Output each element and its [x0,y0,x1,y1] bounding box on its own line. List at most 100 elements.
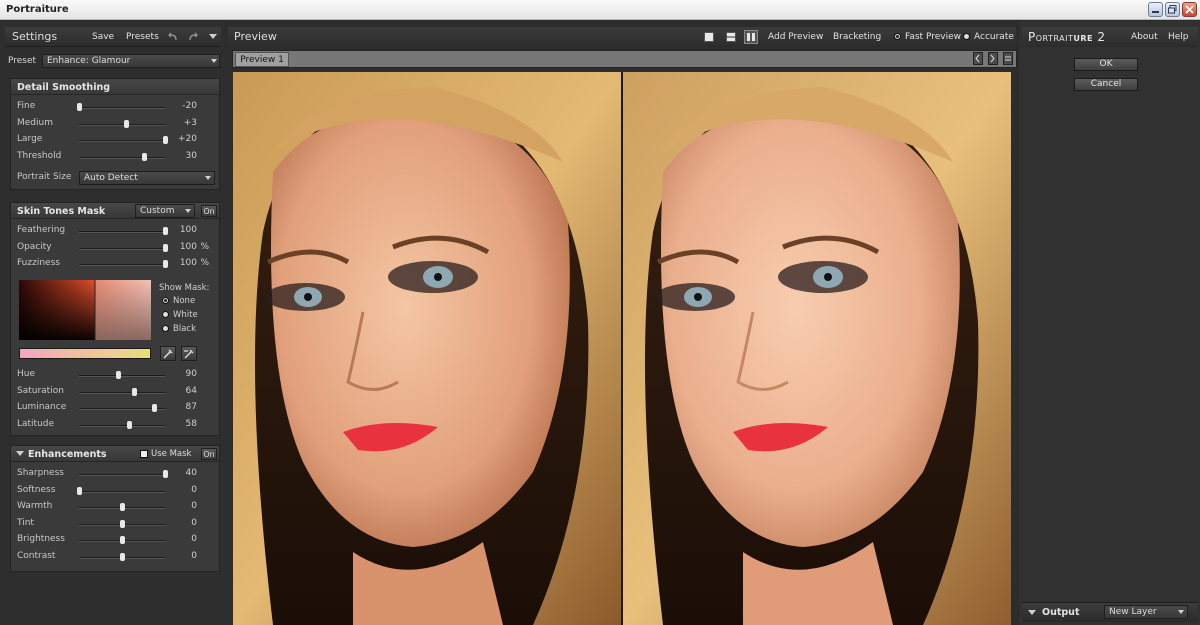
eyedropper-subtract-button[interactable] [181,346,197,361]
dropdown-arrow-icon [205,176,211,180]
dropdown-arrow-icon [185,209,191,213]
slider-track[interactable] [79,231,165,233]
preview-before-image[interactable] [233,72,621,625]
eyedropper-button[interactable] [160,346,176,361]
slider-track[interactable] [79,123,165,126]
slider-row: Latitude 58 [11,417,219,433]
portrait-size-value: Auto Detect [84,173,138,183]
output-row: Output New Layer [1022,602,1198,622]
bracketing-button[interactable]: Bracketing [833,32,881,42]
slider-knob[interactable] [126,420,132,429]
detail-smoothing-section: Detail Smoothing Fine -20 Medium +3 Large +20… [10,78,220,190]
slider-knob[interactable] [77,103,82,111]
menu-icon [1005,56,1011,61]
presets-button[interactable]: Presets [126,32,159,42]
preview-after-image[interactable] [623,72,1011,625]
accurate-radio[interactable] [963,33,970,40]
slider-track[interactable] [79,375,165,377]
preset-dropdown[interactable]: Enhance: Glamour [42,54,220,68]
tab-next-button[interactable] [988,52,998,65]
redo-icon[interactable] [187,32,199,42]
slider-knob[interactable] [120,536,125,544]
preset-label: Preset [8,56,37,66]
use-mask-checkbox[interactable] [140,450,148,458]
undo-icon[interactable] [167,32,179,42]
show-mask-none-radio[interactable] [162,297,169,304]
chevron-down-icon[interactable] [209,34,217,40]
close-button[interactable] [1182,2,1197,17]
preset-row: Preset Enhance: Glamour [5,53,221,69]
slider-knob[interactable] [132,387,138,396]
help-button[interactable]: Help [1168,32,1189,42]
fast-preview-radio[interactable] [894,33,901,40]
slider-label: Large [17,134,43,144]
add-preview-button[interactable]: Add Preview [768,32,823,42]
slider-track[interactable] [79,391,165,394]
preset-value: Enhance: Glamour [47,56,131,66]
slider-track[interactable] [79,156,165,159]
slider-track[interactable] [79,247,165,250]
split-horizontal-icon[interactable] [726,32,736,42]
eyedropper-icon [163,349,173,359]
slider-track[interactable] [79,107,165,109]
slider-knob[interactable] [163,243,168,252]
slider-knob[interactable] [163,470,168,478]
collapse-arrow-icon[interactable] [1028,610,1036,616]
cancel-button[interactable]: Cancel [1074,78,1138,91]
slider-label: Softness [17,484,56,495]
single-view-icon[interactable] [704,32,714,42]
tab-prev-button[interactable] [973,52,983,65]
eyedropper-minus-icon [184,349,194,359]
slider-knob[interactable] [120,519,125,528]
slider-knob[interactable] [151,404,157,412]
slider-track[interactable] [79,140,165,142]
show-mask-black-radio[interactable] [162,325,169,332]
slider-knob[interactable] [163,260,168,268]
preview-header: Preview Add Preview Bracketing Fast Prev… [228,27,1016,47]
slider-value: 0 [191,550,197,561]
window-titlebar: Portraiture [0,0,1200,20]
slider-track[interactable] [79,264,165,266]
slider-knob[interactable] [163,227,168,235]
ok-button[interactable]: OK [1074,58,1138,71]
skin-tone-color-picker[interactable] [19,280,151,340]
slider-label: Feathering [17,225,66,235]
slider-row: Contrast 0 [11,549,219,565]
tab-preview-1[interactable]: Preview 1 [235,52,289,67]
tab-menu-button[interactable] [1003,52,1013,65]
output-dropdown[interactable]: New Layer [1104,605,1188,619]
minimize-button[interactable] [1148,2,1163,17]
slider-value: 100 [179,225,197,235]
enhancements-on-toggle[interactable]: On [201,448,217,460]
slider-value: 0 [191,517,197,528]
slider-row: Saturation 64 [11,384,219,400]
collapse-arrow-icon[interactable] [16,451,24,457]
slider-track[interactable] [79,424,165,427]
restore-button[interactable] [1165,2,1180,17]
portrait-size-dropdown[interactable]: Auto Detect [79,171,215,185]
slider-knob[interactable] [115,371,121,379]
slider-track[interactable] [79,474,165,476]
slider-knob[interactable] [77,486,82,495]
split-vertical-icon[interactable] [744,30,758,44]
slider-row: Fine -20 [11,99,219,115]
slider-row: Threshold 30 [11,149,219,165]
slider-knob[interactable] [124,119,130,128]
slider-value: +3 [183,117,197,128]
save-button[interactable]: Save [92,32,114,42]
slider-track[interactable] [79,490,165,493]
dropdown-arrow-icon [211,59,217,63]
slider-knob[interactable] [163,136,168,144]
skin-mask-mode-value: Custom [140,206,175,216]
slider-row: Warmth 0 [11,499,219,515]
skin-mask-mode-dropdown[interactable]: Custom [135,204,195,218]
slider-row: Feathering 100 [11,223,219,239]
slider-knob[interactable] [120,552,125,561]
fast-preview-label: Fast Preview [905,32,961,42]
slider-knob[interactable] [141,152,147,161]
about-button[interactable]: About [1131,32,1158,42]
skin-mask-on-toggle[interactable]: On [201,205,217,217]
brand-logo: Portraiture 2 [1028,30,1105,44]
show-mask-white-radio[interactable] [162,311,169,318]
slider-knob[interactable] [120,503,125,511]
